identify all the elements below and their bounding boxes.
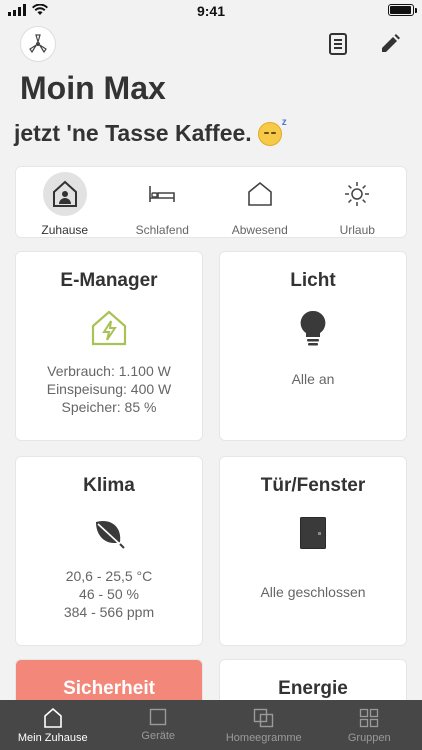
card-title: Klima bbox=[83, 475, 135, 496]
subtitle-text: jetzt 'ne Tasse Kaffee. bbox=[14, 120, 252, 146]
card-emanager[interactable]: E-Manager Verbrauch: 1.100 W Einspeisung… bbox=[15, 251, 203, 441]
card-details: Alle an bbox=[220, 370, 406, 388]
sun-icon bbox=[335, 172, 379, 216]
licht-status: Alle an bbox=[291, 371, 335, 387]
door-icon bbox=[293, 513, 333, 553]
bed-icon bbox=[140, 172, 184, 216]
greeting-title: Moin Max bbox=[20, 70, 166, 106]
humidity-range: 46 - 50 % bbox=[79, 586, 139, 602]
tuer-status: Alle geschlossen bbox=[260, 584, 366, 600]
card-title: E-Manager bbox=[60, 270, 158, 291]
mode-zuhause[interactable]: Zuhause bbox=[16, 167, 114, 237]
battery-icon bbox=[388, 4, 417, 16]
mode-schlafend[interactable]: Schlafend bbox=[114, 167, 212, 237]
signal-wifi-indicators bbox=[8, 4, 48, 16]
edit-pencil-icon[interactable] bbox=[376, 30, 404, 58]
tab-gruppen[interactable]: Gruppen bbox=[317, 700, 422, 750]
top-bar bbox=[0, 24, 422, 64]
tab-label: Homeegramme bbox=[225, 732, 302, 744]
card-tuer-fenster[interactable]: Tür/Fenster Alle geschlossen bbox=[219, 456, 407, 646]
mode-selector: Zuhause Schlafend Abwesend Urlaub bbox=[15, 166, 407, 238]
card-title: Licht bbox=[290, 270, 336, 291]
status-time: 9:41 bbox=[196, 3, 226, 19]
leaf-icon bbox=[89, 513, 129, 553]
speicher-value: Speicher: 85 % bbox=[61, 399, 157, 415]
card-title: Energie bbox=[278, 678, 348, 699]
house-outline-icon bbox=[238, 172, 282, 216]
lightbulb-icon bbox=[293, 308, 333, 348]
grid-squares-icon bbox=[360, 708, 379, 728]
tab-homeegramme[interactable]: Homeegramme bbox=[211, 700, 317, 750]
tab-mein-zuhause[interactable]: Mein Zuhause bbox=[0, 700, 106, 750]
mode-label: Schlafend bbox=[135, 223, 189, 237]
house-lightning-icon bbox=[89, 308, 129, 348]
card-title: Sicherheit bbox=[63, 678, 155, 699]
card-details: Verbrauch: 1.100 W Einspeisung: 400 W Sp… bbox=[16, 362, 202, 416]
house-person-icon bbox=[42, 172, 87, 216]
verbrauch-value: Verbrauch: 1.100 W bbox=[47, 363, 171, 379]
signal-icon bbox=[8, 4, 26, 16]
mode-label: Urlaub bbox=[339, 223, 375, 237]
card-details: 20,6 - 25,5 °C 46 - 50 % 384 - 566 ppm bbox=[16, 567, 202, 621]
greeting-subtitle: jetzt 'ne Tasse Kaffee. z bbox=[14, 117, 287, 147]
homee-logo-icon[interactable] bbox=[20, 26, 56, 62]
card-title: Tür/Fenster bbox=[260, 475, 366, 496]
mode-urlaub[interactable]: Urlaub bbox=[309, 167, 407, 237]
mode-label: Zuhause bbox=[41, 223, 89, 237]
sleepy-emoji-icon: z bbox=[257, 117, 287, 146]
card-details: Alle geschlossen bbox=[220, 583, 406, 601]
overlap-squares-icon bbox=[253, 708, 273, 728]
tab-label: Geräte bbox=[141, 730, 176, 742]
card-licht[interactable]: Licht Alle an bbox=[219, 251, 407, 441]
tab-label: Mein Zuhause bbox=[17, 732, 88, 744]
einspeisung-value: Einspeisung: 400 W bbox=[46, 381, 172, 397]
mode-label: Abwesend bbox=[231, 223, 288, 237]
square-icon bbox=[150, 708, 167, 726]
co2-range: 384 - 566 ppm bbox=[63, 604, 155, 620]
card-klima[interactable]: Klima 20,6 - 25,5 °C 46 - 50 % 384 - 566… bbox=[15, 456, 203, 646]
temperature-range: 20,6 - 25,5 °C bbox=[65, 568, 153, 584]
house-icon bbox=[43, 708, 62, 728]
notes-icon[interactable] bbox=[324, 30, 352, 58]
tab-label: Gruppen bbox=[347, 732, 391, 744]
mode-abwesend[interactable]: Abwesend bbox=[211, 167, 309, 237]
tab-geraete[interactable]: Geräte bbox=[106, 700, 212, 750]
bottom-tab-bar: Mein Zuhause Geräte Homeegramme Gruppen bbox=[0, 700, 422, 750]
status-bar: 9:41 bbox=[0, 0, 422, 22]
wifi-icon bbox=[32, 4, 48, 15]
